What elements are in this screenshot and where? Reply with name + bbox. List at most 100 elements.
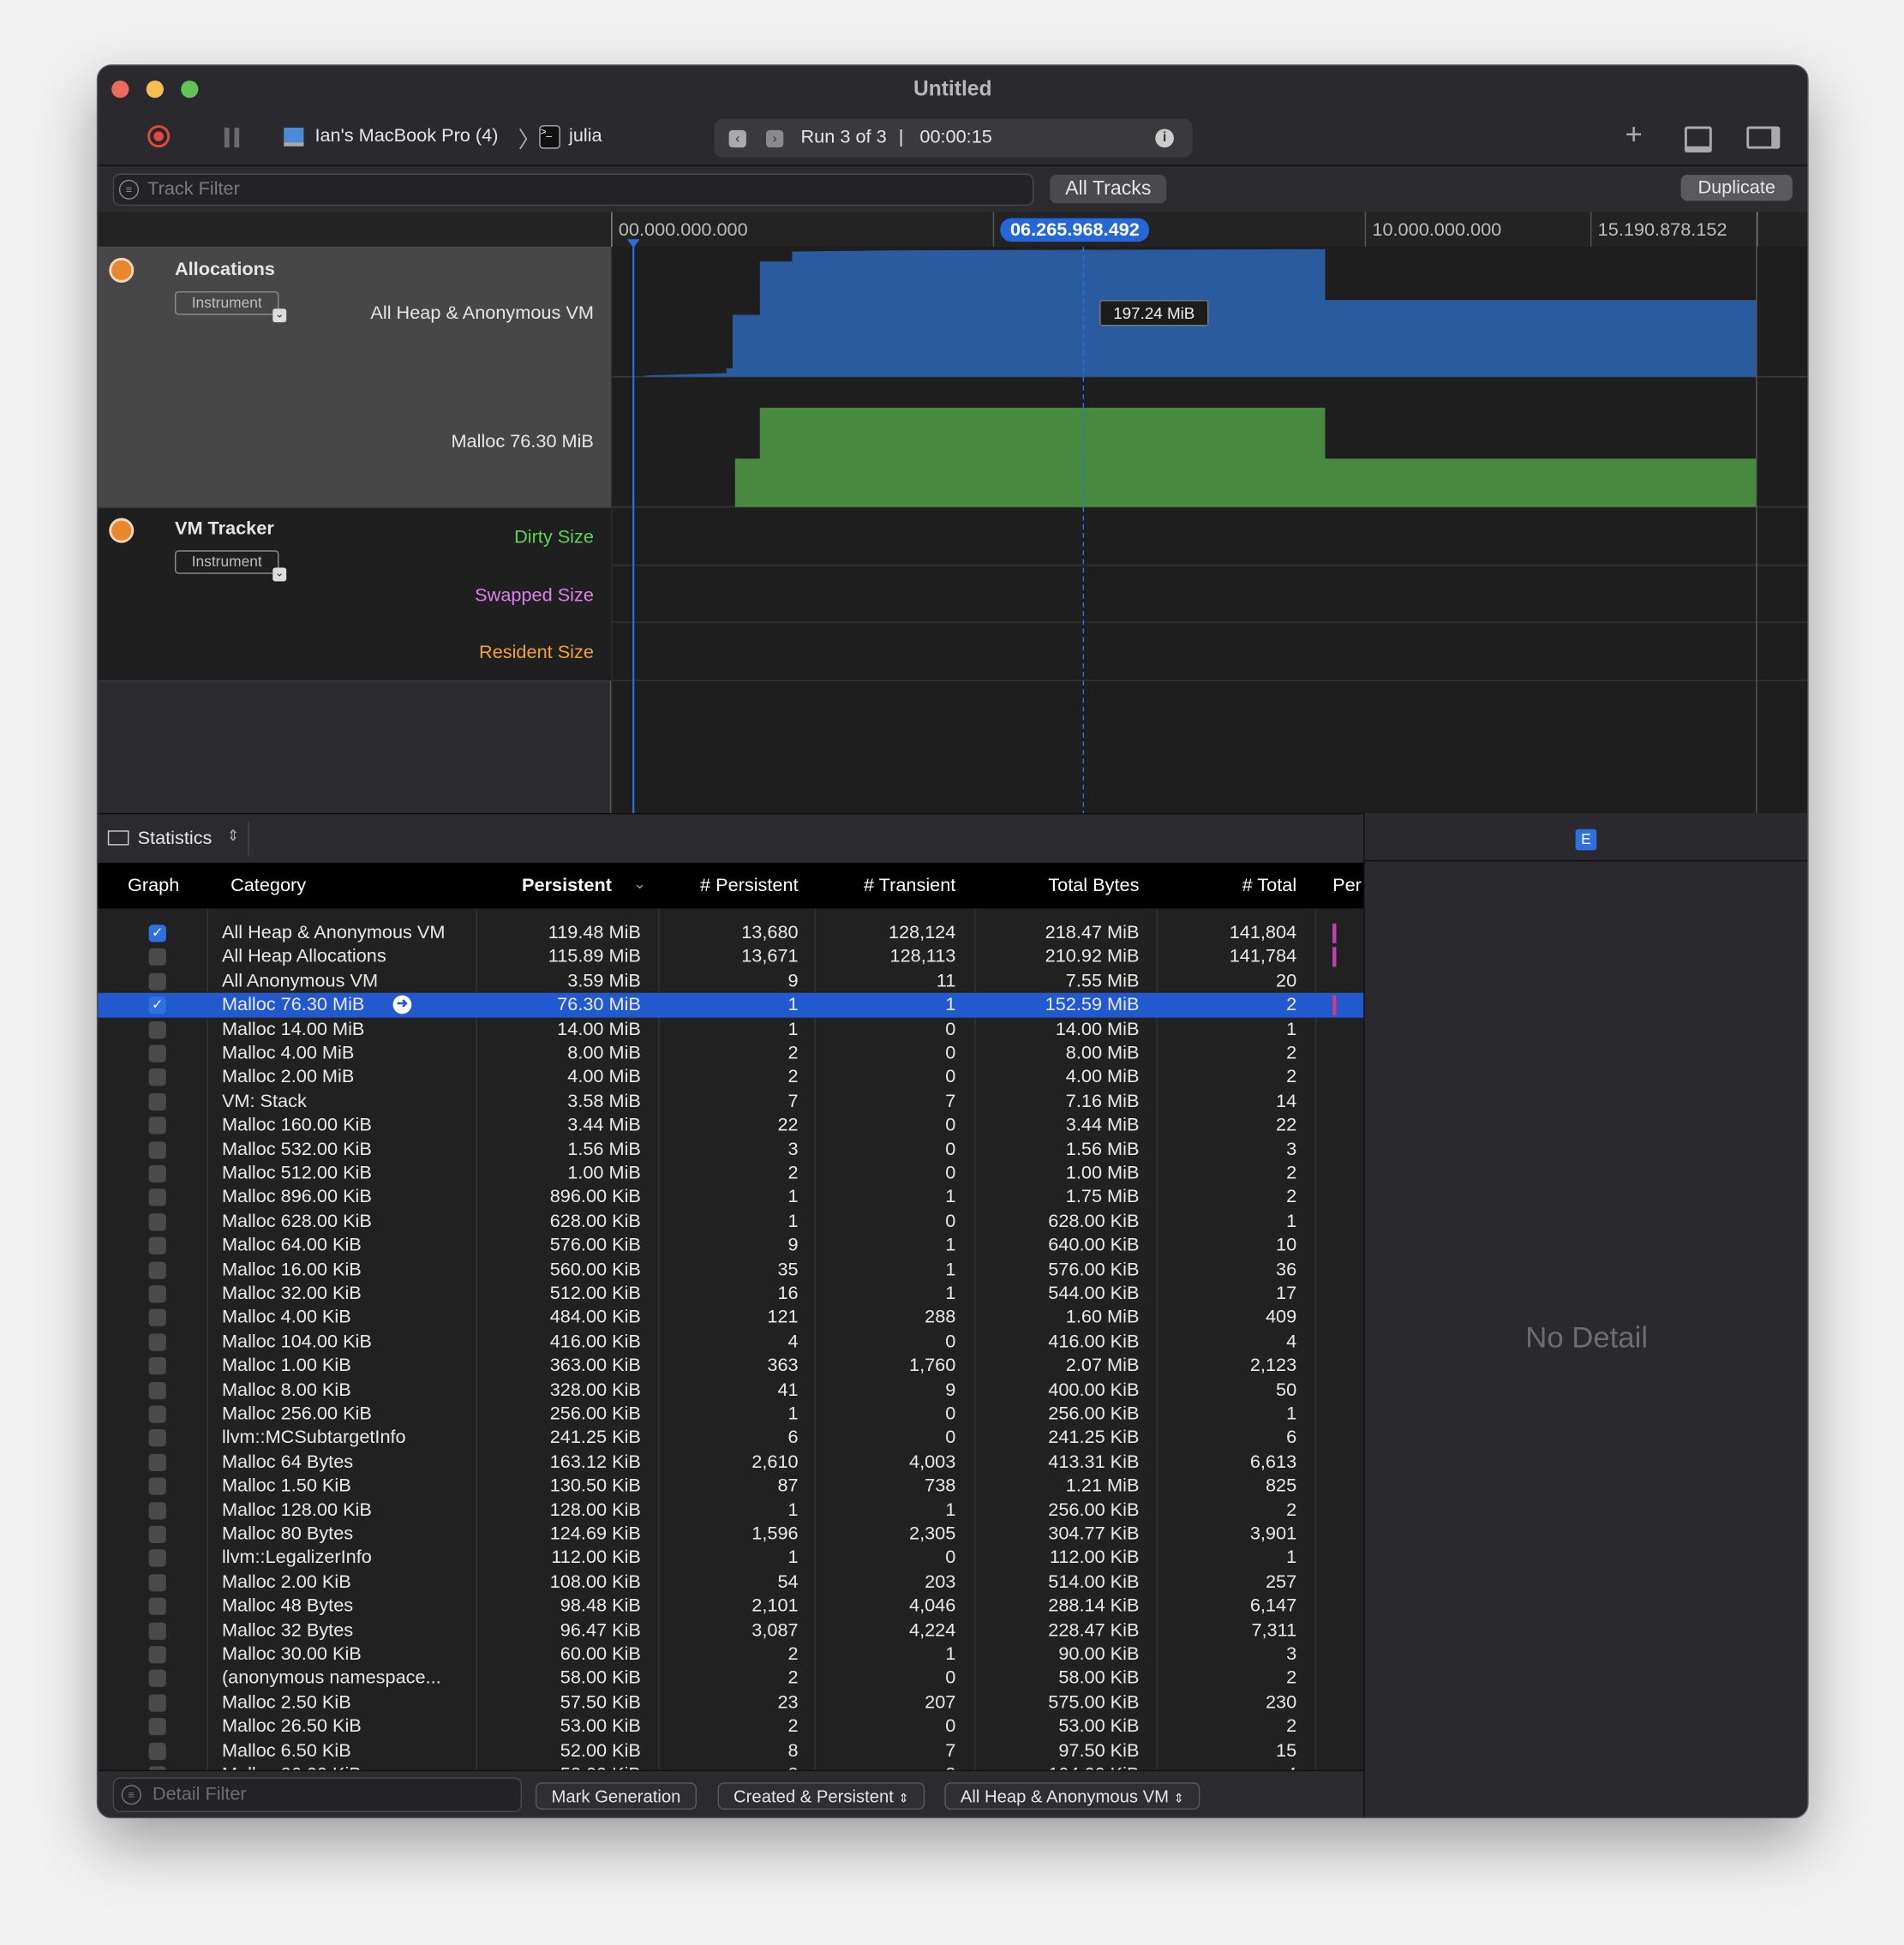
graph-checkbox[interactable] — [148, 1453, 166, 1471]
track-filter-input[interactable]: ≡ Track Filter — [112, 173, 1034, 206]
table-row[interactable]: All Anonymous VM 3.59 MiB 9 11 7.55 MiB 20 — [98, 969, 1363, 993]
table-row[interactable]: Malloc 2.00 MiB 4.00 MiB 2 0 4.00 MiB 2 — [98, 1065, 1363, 1089]
table-row[interactable]: Malloc 1.50 KiB 130.50 KiB 87 738 1.21 MiB 82… — [98, 1474, 1363, 1498]
table-row[interactable]: Malloc 104.00 KiB 416.00 KiB 4 0 416.00 KiB 4 — [98, 1330, 1363, 1354]
table-row[interactable]: Malloc 2.50 KiB 57.50 KiB 23 207 575.00 KiB 2… — [98, 1691, 1363, 1715]
graph-checkbox[interactable] — [148, 1549, 166, 1568]
table-row[interactable]: Malloc 16.00 KiB 560.00 KiB 35 1 576.00 KiB 3… — [98, 1258, 1363, 1282]
focus-arrow-icon[interactable]: ➜ — [392, 995, 412, 1014]
table-row[interactable]: Malloc 30.00 KiB 60.00 KiB 2 1 90.00 KiB 3 — [98, 1643, 1363, 1667]
table-row[interactable]: Malloc 6.50 KiB 52.00 KiB 8 7 97.50 KiB 15 — [98, 1739, 1363, 1762]
graph-checkbox[interactable] — [148, 1212, 166, 1231]
table-row[interactable]: Malloc 14.00 MiB 14.00 MiB 1 0 14.00 MiB 1 — [98, 1017, 1363, 1041]
column-header-n-transient[interactable]: # Transient — [864, 875, 955, 896]
table-row[interactable]: All Heap Allocations 115.89 MiB 13,671 128,… — [98, 945, 1363, 969]
record-button[interactable] — [147, 125, 171, 148]
mark-generation-button[interactable]: Mark Generation — [535, 1782, 697, 1810]
graph-checkbox[interactable] — [148, 1646, 166, 1664]
graph-checkbox[interactable]: ✓ — [148, 925, 166, 943]
graph-checkbox[interactable] — [148, 1068, 166, 1086]
table-row[interactable]: Malloc 1.00 KiB 363.00 KiB 363 1,760 2.07 Mi… — [98, 1354, 1363, 1378]
table-row[interactable]: llvm::LegalizerInfo 112.00 KiB 1 0 112.00 Ki… — [98, 1546, 1363, 1570]
add-instrument-button[interactable]: + — [1626, 117, 1643, 153]
vm-tracker-track-header[interactable]: VM Tracker Instrument Dirty Size Swapped… — [98, 506, 612, 682]
toggle-inspector-button[interactable] — [1746, 126, 1781, 149]
table-row[interactable]: Malloc 532.00 KiB 1.56 MiB 3 0 1.56 MiB 3 — [98, 1137, 1363, 1161]
graph-checkbox[interactable] — [148, 1501, 166, 1519]
graph-checkbox[interactable] — [148, 1694, 166, 1712]
vm-tracker-instrument-menu[interactable]: Instrument — [174, 550, 287, 582]
table-row[interactable]: Malloc 160.00 KiB 3.44 MiB 22 0 3.44 MiB 22 — [98, 1113, 1363, 1137]
all-tracks-button[interactable]: All Tracks — [1050, 174, 1167, 204]
table-row[interactable]: Malloc 2.00 KiB 108.00 KiB 54 203 514.00 KiB… — [98, 1571, 1363, 1595]
table-row[interactable]: Malloc 64 Bytes 163.12 KiB 2,610 4,003 413.3… — [98, 1450, 1363, 1474]
table-row[interactable]: Malloc 80 Bytes 124.69 KiB 1,596 2,305 304.7… — [98, 1522, 1363, 1546]
toggle-bottom-panel-button[interactable] — [1684, 126, 1712, 153]
extended-detail-tab[interactable]: E — [1575, 829, 1597, 851]
graph-checkbox[interactable] — [148, 1573, 166, 1592]
graph-checkbox[interactable] — [148, 1188, 166, 1207]
graph-checkbox[interactable] — [148, 1236, 166, 1255]
timeline-ruler[interactable]: 00.000.000.000 06.265.968.492 10.000.000… — [98, 212, 1808, 248]
graph-checkbox[interactable] — [148, 1140, 166, 1158]
table-row[interactable]: Malloc 32.00 KiB 512.00 KiB 16 1 544.00 KiB 1… — [98, 1282, 1363, 1306]
track-graph-area[interactable]: 197.24 MiB — [612, 246, 1808, 826]
table-row[interactable]: llvm::MCSubtargetInfo 241.25 KiB 6 0 241.25 … — [98, 1426, 1363, 1450]
graph-checkbox[interactable] — [148, 1164, 166, 1183]
graph-checkbox[interactable] — [148, 1261, 166, 1279]
device-selector[interactable]: Ian's MacBook Pro (4) — [314, 125, 498, 147]
pause-button[interactable] — [224, 128, 240, 148]
table-row[interactable]: Malloc 8.00 KiB 328.00 KiB 41 9 400.00 KiB 50 — [98, 1378, 1363, 1402]
table-row[interactable]: VM: Stack 3.58 MiB 7 7 7.16 MiB 14 — [98, 1089, 1363, 1113]
table-row[interactable]: Malloc 26.00 KiB 52.00 KiB 2 2 104.00 KiB 4 — [98, 1762, 1363, 1770]
table-row[interactable]: Malloc 512.00 KiB 1.00 MiB 2 0 1.00 MiB 2 — [98, 1161, 1363, 1185]
next-run-button[interactable]: › — [766, 129, 784, 148]
table-row[interactable]: Malloc 256.00 KiB 256.00 KiB 1 0 256.00 KiB 1 — [98, 1402, 1363, 1426]
table-row[interactable]: Malloc 48 Bytes 98.48 KiB 2,101 4,046 288.14… — [98, 1595, 1363, 1619]
table-row[interactable]: Malloc 4.00 MiB 8.00 MiB 2 0 8.00 MiB 2 — [98, 1041, 1363, 1065]
allocation-scope-selector[interactable]: All Heap & Anonymous VM ⇕ — [944, 1782, 1200, 1810]
allocations-track-header[interactable]: Allocations Instrument All Heap & Anonym… — [98, 246, 612, 507]
table-row[interactable]: Malloc 64.00 KiB 576.00 KiB 9 1 640.00 KiB 10 — [98, 1234, 1363, 1258]
graph-checkbox[interactable] — [148, 1333, 166, 1351]
column-header-total-bytes[interactable]: Total Bytes — [1048, 875, 1139, 896]
graph-checkbox[interactable] — [148, 1381, 166, 1399]
allocations-instrument-menu[interactable]: Instrument — [174, 290, 287, 323]
duplicate-button[interactable]: Duplicate — [1680, 174, 1793, 201]
graph-checkbox[interactable] — [148, 1622, 166, 1640]
table-row[interactable]: Malloc 32 Bytes 96.47 KiB 3,087 4,224 228.47… — [98, 1619, 1363, 1643]
table-row[interactable]: Malloc 628.00 KiB 628.00 KiB 1 0 628.00 KiB 1 — [98, 1210, 1363, 1234]
graph-checkbox[interactable] — [148, 1116, 166, 1134]
column-header-persistent[interactable]: Persistent — [522, 875, 612, 896]
graph-checkbox[interactable] — [148, 1092, 166, 1110]
graph-checkbox[interactable] — [148, 1477, 166, 1495]
column-header-graph[interactable]: Graph — [128, 875, 179, 896]
graph-checkbox[interactable] — [148, 1020, 166, 1038]
column-header-per[interactable]: Per — [1332, 875, 1362, 896]
table-row[interactable]: ✓ Malloc 76.30 MiB 76.30 MiB 1 1 152.59 MiB 2 ➜ — [98, 993, 1364, 1018]
cursor-time-label[interactable]: 06.265.968.492 — [1000, 218, 1150, 242]
graph-checkbox[interactable] — [148, 949, 166, 967]
table-row[interactable]: Malloc 128.00 KiB 128.00 KiB 1 1 256.00 KiB 2 — [98, 1498, 1363, 1522]
graph-checkbox[interactable] — [148, 1357, 166, 1375]
graph-checkbox[interactable] — [148, 1405, 166, 1423]
table-row[interactable]: ✓ All Heap & Anonymous VM 119.48 MiB 13,680… — [98, 921, 1363, 945]
graph-checkbox[interactable] — [148, 1670, 166, 1688]
graph-checkbox[interactable] — [148, 1718, 166, 1736]
graph-checkbox[interactable] — [148, 1285, 166, 1303]
detail-filter-input[interactable]: ≡ Detail Filter — [112, 1777, 523, 1812]
graph-checkbox[interactable] — [148, 1309, 166, 1327]
table-row[interactable]: Malloc 4.00 KiB 484.00 KiB 121 288 1.60 MiB 4… — [98, 1306, 1363, 1330]
lifespan-selector[interactable]: Created & Persistent ⇕ — [717, 1782, 925, 1810]
table-row[interactable]: Malloc 26.50 KiB 53.00 KiB 2 0 53.00 KiB 2 — [98, 1715, 1363, 1739]
column-header-n-total[interactable]: # Total — [1242, 875, 1297, 896]
table-row[interactable]: Malloc 896.00 KiB 896.00 KiB 1 1 1.75 MiB 2 — [98, 1186, 1363, 1210]
graph-checkbox[interactable] — [148, 1429, 166, 1447]
graph-checkbox[interactable]: ✓ — [148, 996, 166, 1014]
graph-checkbox[interactable] — [148, 1597, 166, 1616]
info-icon[interactable]: i — [1155, 129, 1174, 148]
previous-run-button[interactable]: ‹ — [728, 129, 746, 148]
graph-checkbox[interactable] — [148, 1742, 166, 1760]
graph-checkbox[interactable] — [148, 1525, 166, 1544]
process-selector[interactable]: julia — [569, 125, 602, 147]
